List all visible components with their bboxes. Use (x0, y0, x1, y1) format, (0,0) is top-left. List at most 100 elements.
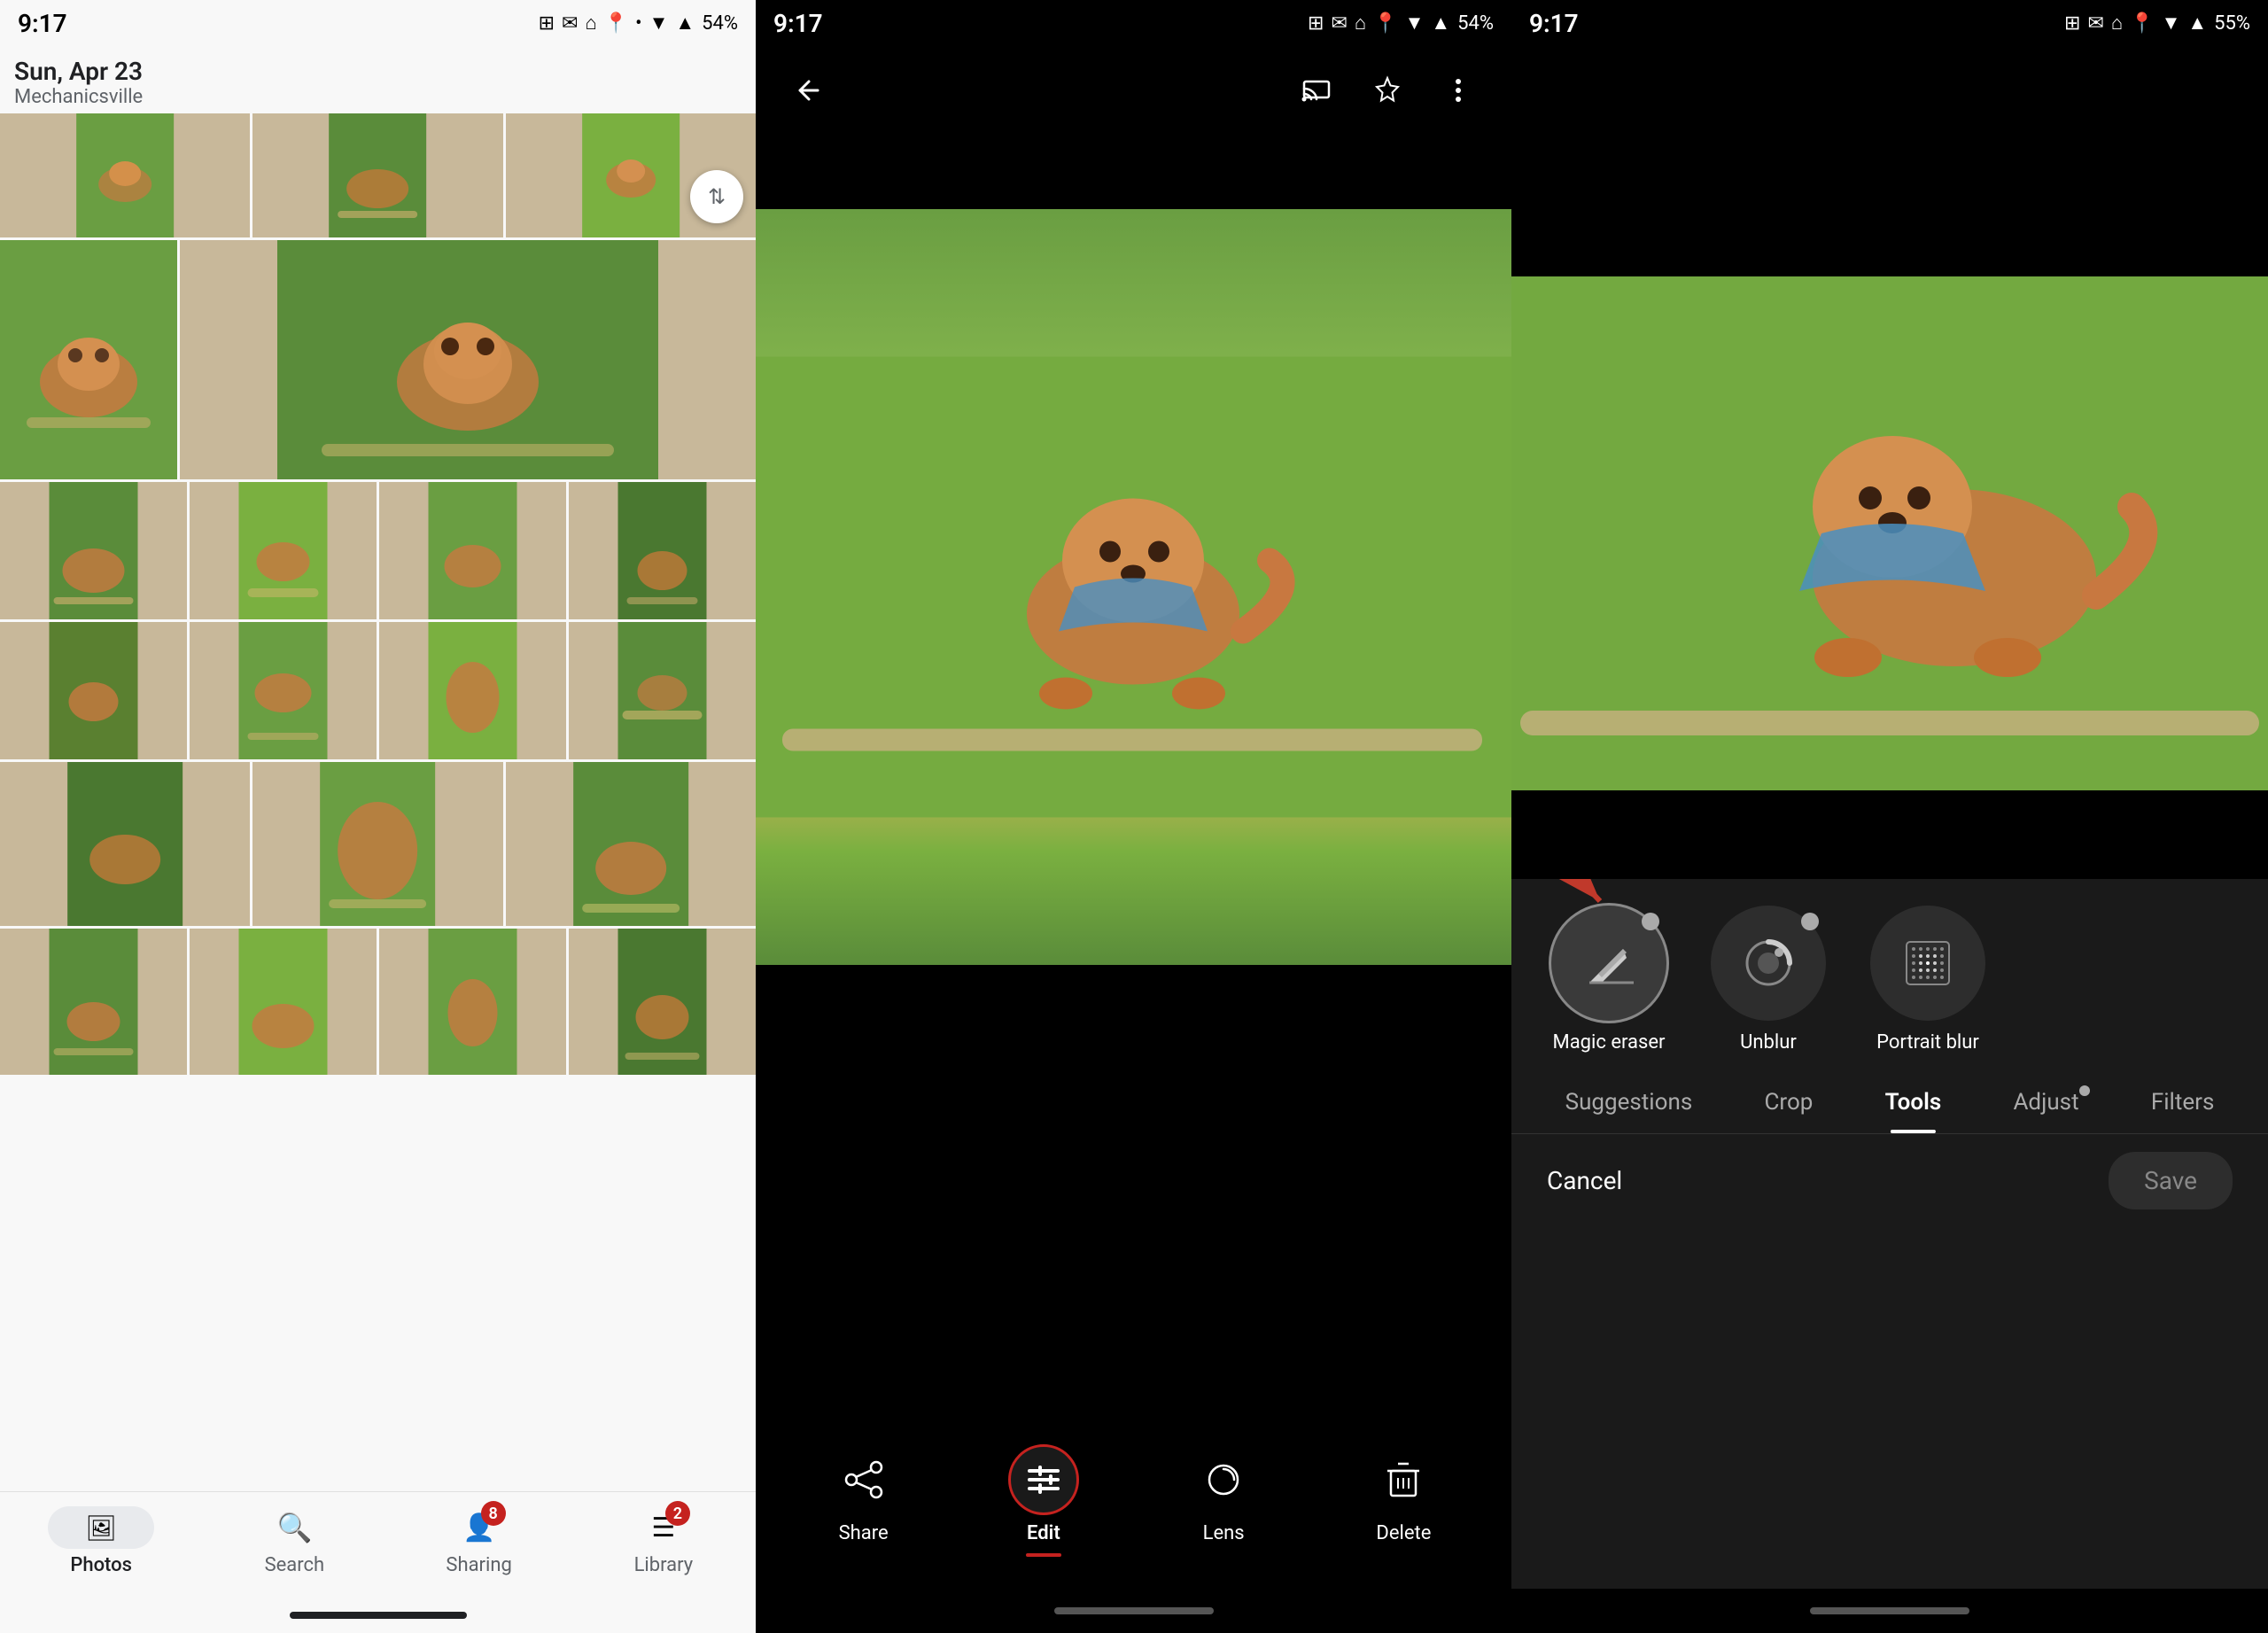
photo-cell[interactable] (0, 762, 250, 926)
favorite-button[interactable] (1361, 64, 1414, 117)
delete-tool[interactable]: Delete (1368, 1444, 1439, 1557)
signal-icon: ▲ (675, 12, 695, 35)
photo-cell[interactable] (190, 929, 377, 1075)
photo-cell[interactable] (569, 622, 756, 759)
nav-sharing[interactable]: 👤 8 Sharing (435, 1506, 524, 1576)
nav-library[interactable]: ☰ 2 Library (619, 1506, 708, 1576)
photo-svg (190, 622, 377, 759)
portrait-blur-label: Portrait blur (1876, 1031, 1979, 1054)
photo-cell[interactable] (0, 929, 187, 1075)
tab-adjust[interactable]: Adjust (2004, 1071, 2087, 1133)
battery-2: 54% (1457, 12, 1494, 35)
wifi-icon-3: ▼ (2162, 12, 2181, 35)
photo-cell[interactable] (0, 113, 250, 237)
photo-cell[interactable] (252, 762, 502, 926)
magic-eraser-icon-bg (1551, 906, 1666, 1021)
photo-cell[interactable] (569, 482, 756, 619)
tab-filters[interactable]: Filters (2142, 1071, 2224, 1133)
wifi-icon-2: ▼ (1405, 12, 1425, 35)
main-photo-container[interactable] (756, 312, 1511, 862)
photo-cell[interactable] (180, 240, 756, 479)
battery-3: 55% (2214, 12, 2250, 35)
tab-suggestions[interactable]: Suggestions (1557, 1071, 1702, 1133)
save-button[interactable]: Save (2109, 1152, 2233, 1209)
photo-svg (569, 929, 756, 1075)
date-header: Sun, Apr 23 Mechanicsville (0, 46, 756, 113)
photos-panel: 9:17 ⊞ ✉ ⌂ 📍 • ▼ ▲ 54% Sun, Apr 23 Mecha… (0, 0, 756, 1633)
photo-svg (0, 240, 177, 479)
photo-svg (569, 622, 756, 759)
home-indicator-3 (1810, 1607, 1969, 1614)
photo-cell[interactable] (569, 929, 756, 1075)
photo-cell[interactable] (190, 482, 377, 619)
photo-cell[interactable] (379, 622, 566, 759)
battery-1: 54% (702, 12, 738, 35)
bottom-actions: Cancel Save (1511, 1134, 2268, 1227)
bottom-navigation: 🖼 Photos 🔍 Search 👤 8 Sharing ☰ 2 Librar… (0, 1491, 756, 1633)
home-indicator-1 (290, 1612, 467, 1619)
photo-svg (0, 482, 187, 619)
bottom-toolbar: Share Edit (756, 1411, 1511, 1589)
edit-black-top (1511, 46, 2268, 188)
tool-dot-2 (1801, 913, 1819, 930)
delete-icon (1382, 1458, 1425, 1501)
delete-label: Delete (1376, 1522, 1431, 1544)
tab-crop-label: Crop (1764, 1089, 1813, 1116)
unblur-tool[interactable]: Unblur (1697, 906, 1839, 1054)
more-button[interactable] (1432, 64, 1485, 117)
scroll-arrows-icon: ⇅ (708, 184, 726, 209)
photo-cell[interactable] (506, 762, 756, 926)
cast-button[interactable] (1290, 64, 1343, 117)
photo-cell[interactable] (379, 929, 566, 1075)
status-bar-1: 9:17 ⊞ ✉ ⌂ 📍 • ▼ ▲ 54% (0, 0, 756, 46)
photo-cell[interactable] (0, 622, 187, 759)
date-label: Sun, Apr 23 (14, 57, 742, 86)
status-bar-2: 9:17 ⊞ ✉ ⌂ 📍 ▼ ▲ 54% (756, 0, 1511, 46)
home-icon-2: ⌂ (1355, 12, 1366, 35)
nav-photos[interactable]: 🖼 Photos (48, 1506, 154, 1576)
edit-label: Edit (1027, 1522, 1060, 1544)
lens-tool[interactable]: Lens (1188, 1444, 1259, 1557)
photo-cell[interactable] (252, 113, 502, 237)
photo-cell[interactable] (0, 482, 187, 619)
grid-icon-2: ⊞ (1308, 12, 1324, 35)
signal-icon-3: ▲ (2187, 12, 2207, 35)
home-indicator-2 (1054, 1607, 1214, 1614)
star-icon (1371, 74, 1403, 106)
status-time-3: 9:17 (1529, 9, 1579, 38)
tab-adjust-label: Adjust (2013, 1089, 2078, 1116)
share-icon (843, 1458, 885, 1501)
back-button[interactable] (782, 64, 835, 117)
unblur-icon-bg (1711, 906, 1826, 1021)
photo-svg (190, 929, 377, 1075)
tab-crop[interactable]: Crop (1755, 1071, 1821, 1133)
photo-svg (379, 482, 566, 619)
more-dots-icon (1442, 74, 1474, 106)
scroll-indicator-button[interactable]: ⇅ (690, 170, 743, 223)
home-icon-3: ⌂ (2111, 12, 2123, 35)
photo-cell[interactable] (379, 482, 566, 619)
nav-search[interactable]: 🔍 Search (250, 1506, 338, 1576)
cancel-button[interactable]: Cancel (1547, 1166, 1622, 1195)
home-icon-status: ⌂ (585, 12, 596, 35)
tab-filters-label: Filters (2151, 1089, 2215, 1116)
share-tool[interactable]: Share (828, 1444, 899, 1557)
wifi-icon: ▼ (649, 12, 669, 35)
photos-icon: 🖼 (85, 1513, 117, 1543)
lens-icon-wrap (1188, 1444, 1259, 1515)
status-time-1: 9:17 (18, 9, 67, 38)
edit-photo-container[interactable] (1511, 188, 2268, 879)
photo-svg (252, 113, 502, 237)
tab-tools-label: Tools (1885, 1089, 1942, 1116)
photo-cell[interactable] (0, 240, 177, 479)
library-nav-label: Library (634, 1554, 694, 1576)
photos-nav-icon: 🖼 (48, 1506, 154, 1549)
photo-cell[interactable] (190, 622, 377, 759)
magic-eraser-tool[interactable]: Magic eraser (1538, 906, 1680, 1054)
portrait-blur-tool[interactable]: Portrait blur (1857, 906, 1999, 1054)
tab-tools[interactable]: Tools (1876, 1071, 1951, 1133)
share-label: Share (839, 1522, 889, 1544)
unblur-label: Unblur (1740, 1031, 1797, 1054)
share-icon-wrap (828, 1444, 899, 1515)
edit-tool[interactable]: Edit (1008, 1444, 1079, 1557)
